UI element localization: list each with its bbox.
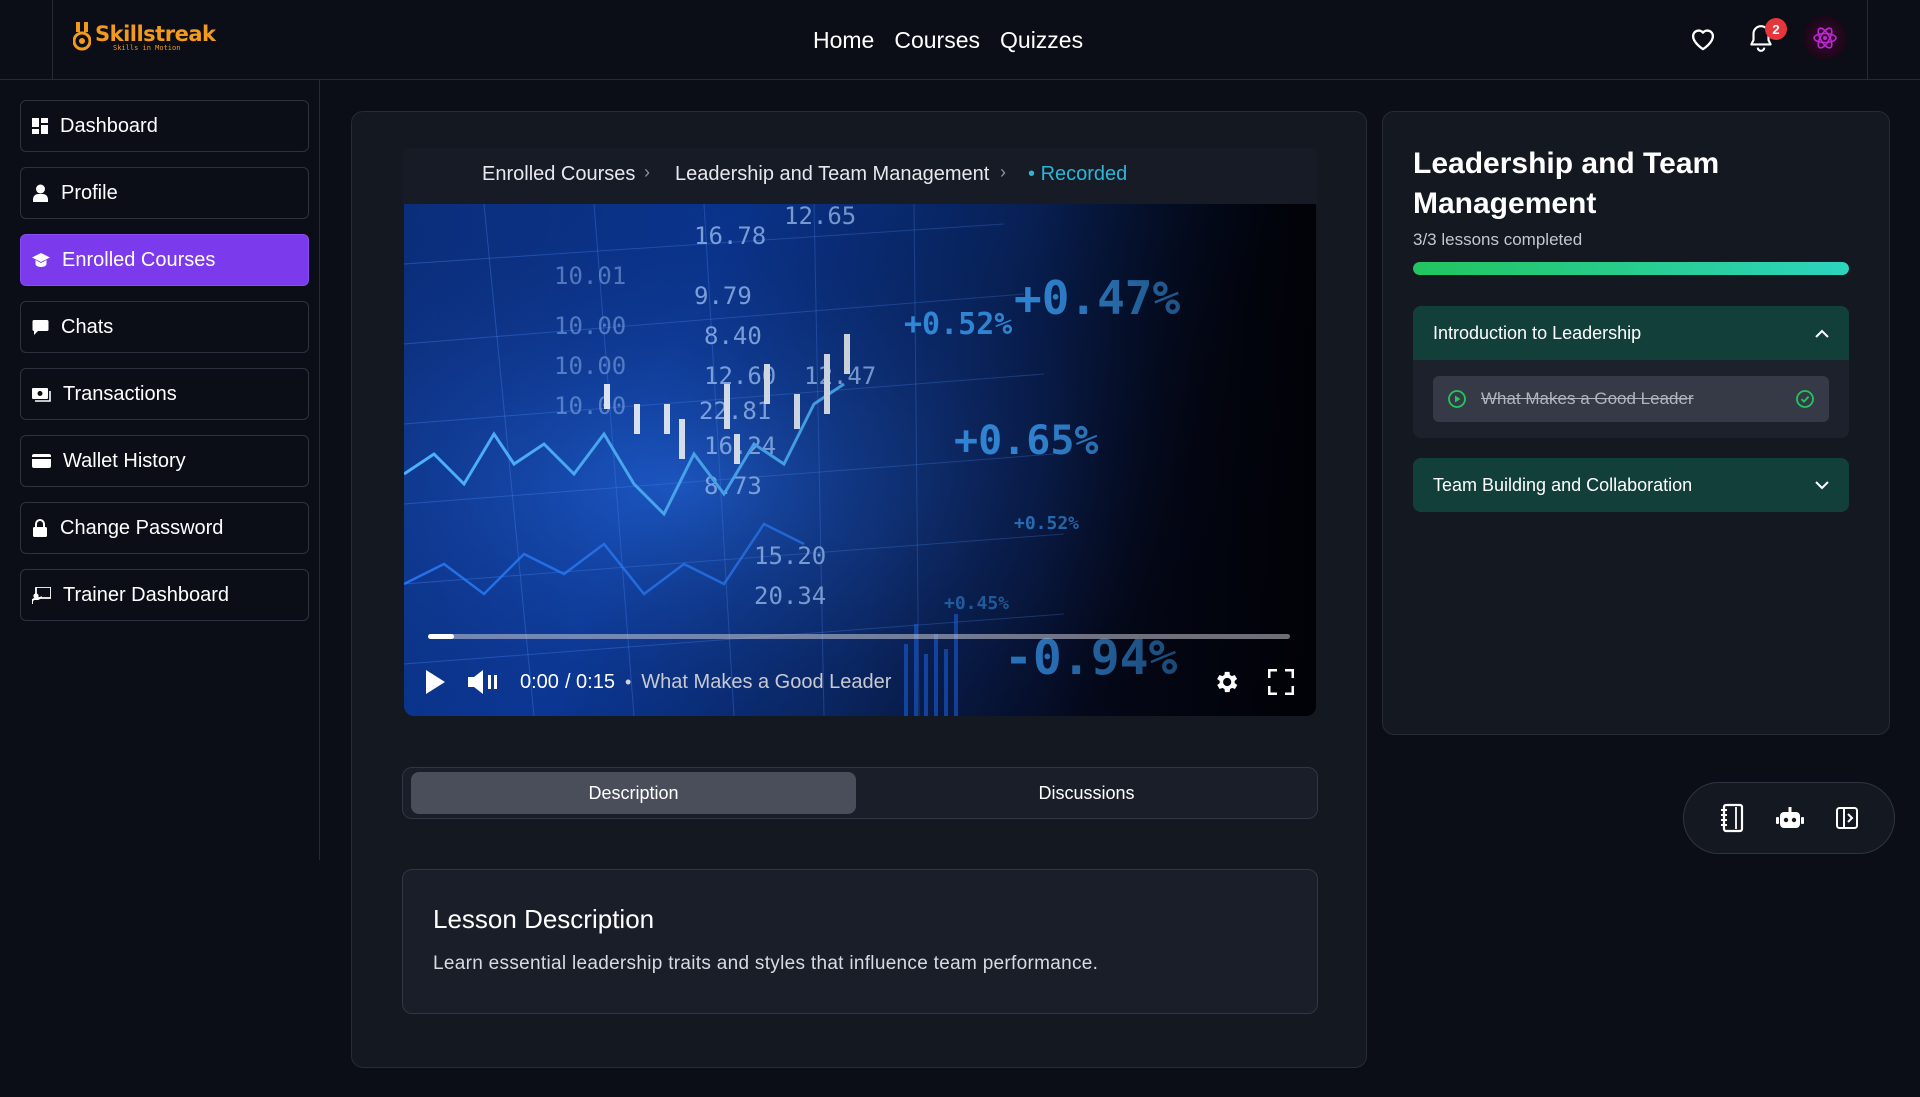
chevron-right-icon: ›: [644, 162, 650, 182]
settings-gear-icon[interactable]: [1212, 668, 1240, 696]
section-title: Introduction to Leadership: [1433, 322, 1642, 343]
lesson-tabs: Description Discussions: [402, 767, 1318, 819]
wishlist-button[interactable]: [1687, 22, 1719, 54]
breadcrumb-current: • Recorded: [1028, 163, 1128, 185]
sidebar-item-label: Profile: [61, 181, 118, 204]
fullscreen-icon[interactable]: [1268, 669, 1294, 695]
sidebar-item-label: Change Password: [60, 516, 224, 539]
lesson-item-title: What Makes a Good Leader: [1481, 389, 1694, 408]
breadcrumb-current-label: Recorded: [1040, 163, 1128, 185]
volume-muted-icon[interactable]: [468, 669, 502, 695]
play-icon[interactable]: [424, 669, 446, 695]
video-duration: / 0:15: [564, 670, 615, 693]
logo[interactable]: Skillstreak Skills in Motion: [73, 21, 216, 52]
sidebar-item-wallet-history[interactable]: Wallet History: [20, 435, 309, 487]
section-title: Team Building and Collaboration: [1433, 474, 1693, 495]
heart-icon: [1691, 29, 1715, 51]
top-header: Skillstreak Skills in Motion Home Course…: [0, 0, 1920, 80]
wallet-icon: [32, 454, 51, 468]
sidebar-item-dashboard[interactable]: Dashboard: [20, 100, 309, 152]
separator-dot: •: [624, 671, 632, 692]
section-team-building: Team Building and Collaboration: [1413, 458, 1849, 512]
sidebar-item-transactions[interactable]: Transactions: [20, 368, 309, 420]
sidebar-item-trainer-dashboard[interactable]: Trainer Dashboard: [20, 569, 309, 621]
chevron-right-icon: ›: [1000, 162, 1006, 182]
chevron-down-icon: [1815, 480, 1829, 489]
video-time: 0:00/ 0:15: [520, 671, 615, 694]
chevron-up-icon: [1815, 329, 1829, 338]
sidebar: Dashboard Profile Enrolled Courses Chats…: [0, 80, 320, 860]
logo-medal-icon: [73, 22, 91, 51]
check-circle-icon: [1796, 390, 1814, 408]
lesson-item[interactable]: What Makes a Good Leader: [1433, 376, 1829, 422]
chat-icon: [32, 319, 49, 335]
sidebar-item-chats[interactable]: Chats: [20, 301, 309, 353]
notification-badge: 2: [1765, 18, 1787, 40]
logo-title: Skillstreak: [95, 21, 216, 46]
video-current-time: 0:00: [520, 670, 559, 693]
nav-quizzes[interactable]: Quizzes: [1000, 27, 1083, 54]
nav-home[interactable]: Home: [813, 27, 874, 54]
video-progress-fill: [428, 634, 454, 639]
video-title: What Makes a Good Leader: [641, 670, 892, 693]
logo-tagline: Skills in Motion: [113, 43, 181, 52]
lesson-description-heading: Lesson Description: [433, 904, 655, 934]
main-nav: Home Courses Quizzes: [813, 27, 1083, 54]
sidebar-item-label: Chats: [61, 315, 114, 338]
section-header[interactable]: Introduction to Leadership: [1413, 306, 1849, 360]
play-circle-icon: [1448, 390, 1466, 408]
video-player[interactable]: 16.789.798.40 12.6022.8116.24 8.7315.202…: [404, 204, 1316, 716]
breadcrumb-enrolled-courses[interactable]: Enrolled Courses: [482, 163, 635, 186]
breadcrumb-course[interactable]: Leadership and Team Management: [675, 163, 989, 186]
breadcrumb: Enrolled Courses › Leadership and Team M…: [402, 148, 1318, 204]
graduation-cap-icon: [32, 253, 50, 267]
lesson-description-text: Learn essential leadership traits and st…: [433, 953, 1099, 974]
lesson-description-card: Lesson Description Learn essential leade…: [402, 869, 1318, 1014]
header-container: Skillstreak Skills in Motion Home Course…: [52, 0, 1868, 80]
panel-toggle-icon[interactable]: [1835, 806, 1859, 830]
lessons-completed-count: 3/3 lessons completed: [1413, 230, 1583, 249]
sidebar-item-label: Enrolled Courses: [62, 248, 216, 271]
lesson-main-panel: Enrolled Courses › Leadership and Team M…: [351, 111, 1367, 1068]
notebook-icon[interactable]: [1719, 803, 1745, 833]
sidebar-item-enrolled-courses[interactable]: Enrolled Courses: [20, 234, 309, 286]
section-introduction-to-leadership: Introduction to Leadership What Makes a …: [1413, 306, 1849, 438]
nav-courses[interactable]: Courses: [894, 27, 980, 54]
course-progress-fill: [1413, 262, 1849, 275]
sidebar-item-label: Transactions: [63, 382, 177, 405]
video-controls: 0:00/ 0:15 • What Makes a Good Leader: [424, 662, 1294, 702]
sidebar-item-profile[interactable]: Profile: [20, 167, 309, 219]
money-icon: [32, 388, 51, 402]
trainer-icon: [32, 586, 51, 604]
video-thumbnail: 16.789.798.40 12.6022.8116.24 8.7315.202…: [404, 204, 1316, 716]
sidebar-item-change-password[interactable]: Change Password: [20, 502, 309, 554]
course-progress-bar: [1413, 262, 1849, 275]
sidebar-item-label: Trainer Dashboard: [63, 583, 230, 606]
video-progress-bar[interactable]: [428, 634, 1290, 639]
floating-toolbar: [1683, 782, 1895, 854]
robot-icon[interactable]: [1775, 806, 1804, 830]
lock-icon: [33, 519, 47, 537]
sidebar-item-label: Dashboard: [60, 114, 158, 137]
avatar[interactable]: [1803, 16, 1847, 60]
section-header[interactable]: Team Building and Collaboration: [1413, 458, 1849, 512]
notifications-button[interactable]: 2: [1745, 18, 1787, 54]
dashboard-icon: [32, 118, 48, 134]
atom-icon: [1813, 27, 1837, 49]
tab-description[interactable]: Description: [411, 772, 856, 814]
user-icon: [33, 184, 48, 202]
sidebar-item-label: Wallet History: [63, 449, 186, 472]
course-title: Leadership and Team Management: [1413, 147, 1720, 220]
header-actions: 2: [1687, 16, 1847, 60]
course-outline-panel: Leadership and Team Management 3/3 lesso…: [1382, 111, 1890, 735]
tab-discussions[interactable]: Discussions: [864, 772, 1309, 814]
